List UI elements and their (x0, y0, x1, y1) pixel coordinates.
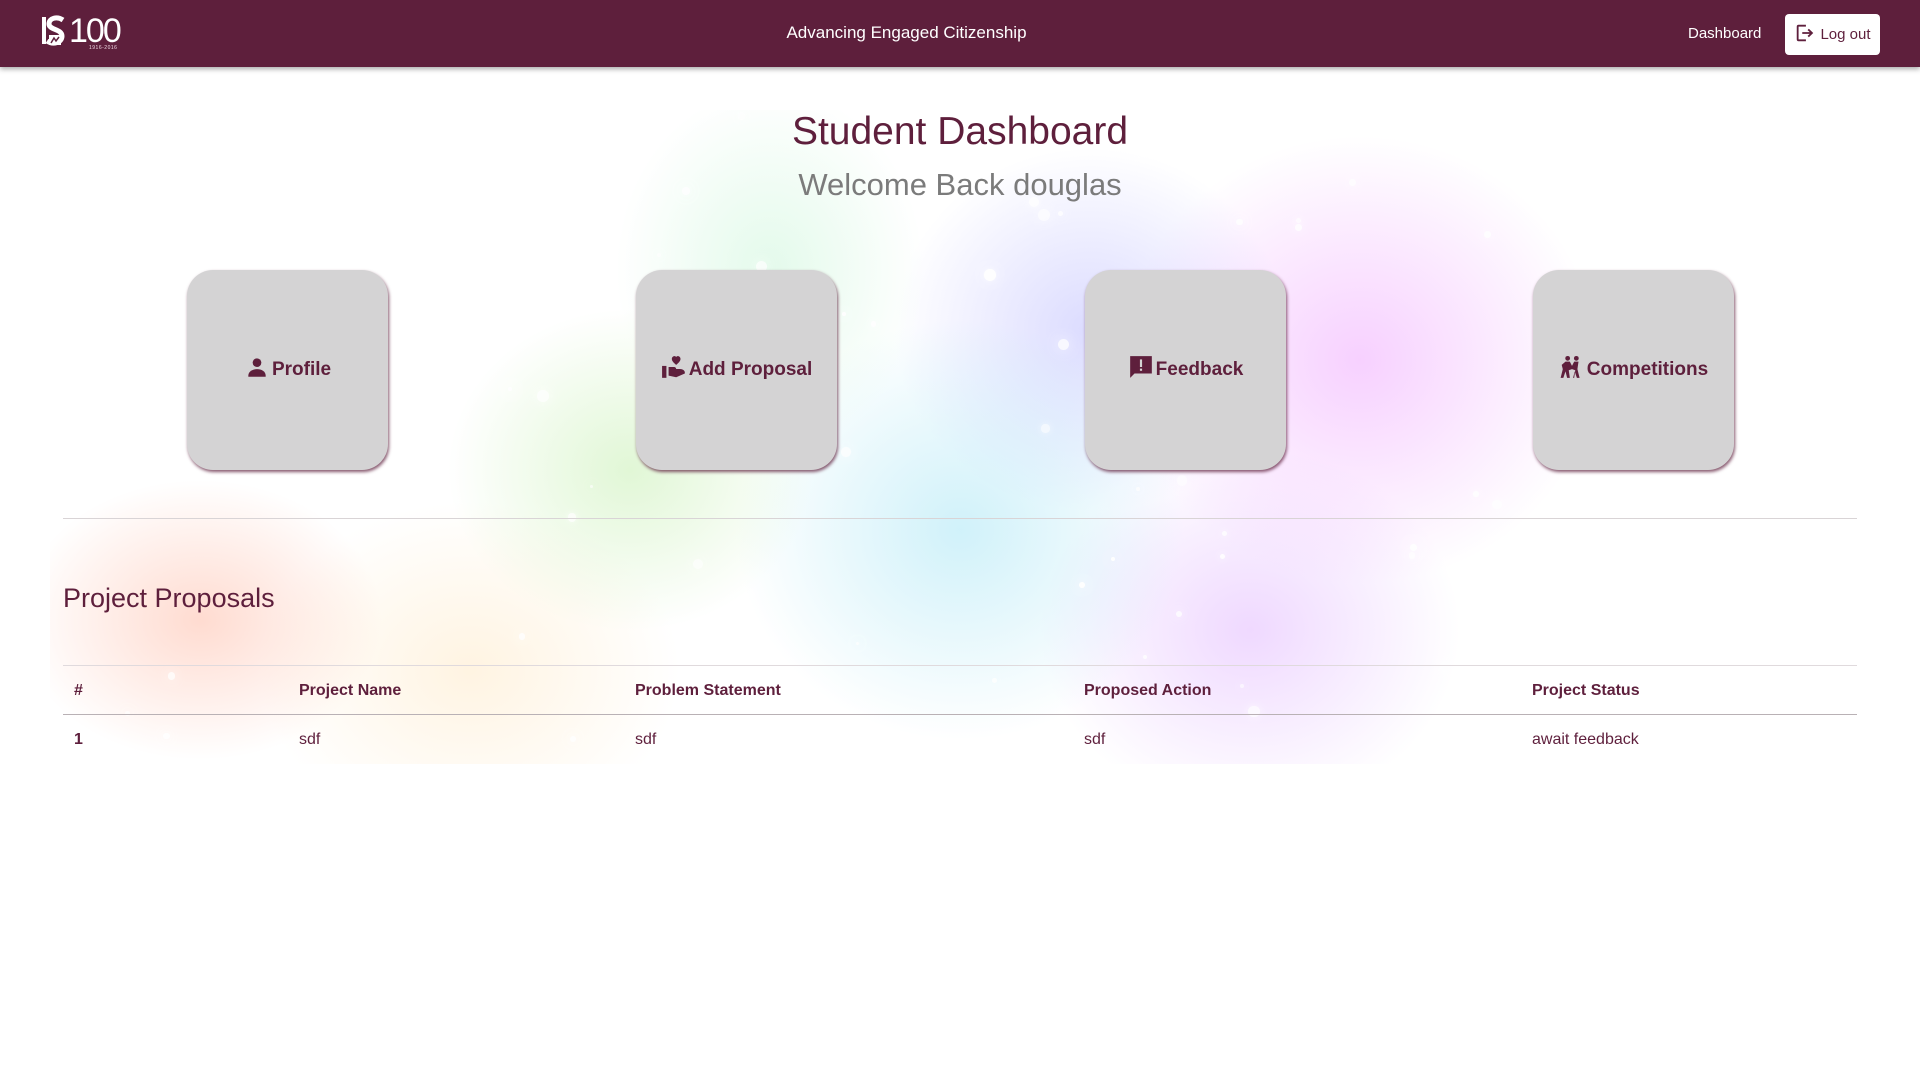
feedback-tile[interactable]: Feedback (1085, 270, 1286, 470)
sparkle-dot (693, 558, 704, 569)
sparkle-dot (435, 427, 439, 432)
sparkle-dot (1295, 224, 1302, 231)
competitions-tile[interactable]: Competitions (1533, 270, 1734, 470)
sparkle-dot (983, 268, 996, 281)
column-header-project-name: Project Name (299, 682, 402, 699)
sparkle-dot (1135, 486, 1141, 491)
sparkle-dot (70, 267, 80, 277)
sparkle-dot (507, 386, 512, 391)
sparkle-dot (518, 632, 526, 640)
sparkle-dot (128, 288, 136, 297)
section-divider (63, 518, 1857, 519)
sparkle-dot (86, 317, 95, 326)
sparkle-dot (1483, 231, 1491, 239)
sparkle-dot (730, 594, 735, 599)
column-header-index: # (74, 682, 83, 699)
sparkle-dot (1142, 654, 1147, 659)
profile-tile[interactable]: Profile (187, 270, 388, 470)
logout-label: Log out (1820, 26, 1871, 43)
column-header-problem-statement: Problem Statement (635, 682, 781, 699)
sparkle-dot (1176, 474, 1188, 486)
sparkle-dot (1078, 581, 1086, 589)
feedback-tile-label: Feedback (1155, 359, 1244, 380)
row-index: 1 (74, 731, 83, 748)
sparkle-dot (531, 211, 538, 219)
sparkle-dot (1057, 211, 1064, 217)
sparkle-dot (1041, 424, 1050, 433)
sparkle-dot (414, 444, 420, 450)
sparkle-dot (841, 311, 847, 317)
profile-tile-label: Profile (271, 359, 332, 380)
site-tagline: Advancing Engaged Citizenship (786, 23, 1027, 42)
add-proposal-tile-label: Add Proposal (688, 359, 813, 380)
sparkle-dot (566, 268, 578, 280)
sparkle-dot (1492, 499, 1502, 510)
sparkle-dot (128, 406, 137, 414)
hand-heart-icon (661, 354, 687, 386)
column-header-project-status: Project Status (1532, 682, 1640, 699)
sparkle-dot (51, 509, 56, 514)
person-icon (244, 354, 270, 386)
row-problem-statement: sdf (635, 731, 657, 748)
add-proposal-tile[interactable]: Add Proposal (636, 270, 837, 470)
sparkle-dot (395, 299, 402, 306)
sparkle-dot (1175, 610, 1183, 618)
sparkle-dot (152, 229, 157, 233)
sparkle-dot (870, 321, 876, 327)
welcome-message: Welcome Back douglas (798, 167, 1122, 202)
page-title: Student Dashboard (791, 110, 1129, 153)
sparkle-dot (1408, 552, 1416, 559)
nav-dashboard-link[interactable]: Dashboard (1688, 25, 1761, 42)
proposals-heading: Project Proposals (63, 583, 275, 613)
sparkle-dot (102, 358, 111, 367)
sparkle-dot (657, 252, 662, 257)
column-header-proposed-action: Proposed Action (1084, 682, 1212, 699)
sparkle-dot (1295, 217, 1301, 223)
top-navbar: 100 1916-2016 Advancing Engaged Citizens… (0, 0, 1920, 67)
sparkle-dot (567, 258, 574, 264)
logout-button[interactable]: Log out (1785, 14, 1880, 55)
sparkle-dot (1473, 491, 1479, 497)
row-proposed-action: sdf (1084, 731, 1106, 748)
competitions-tile-label: Competitions (1586, 359, 1709, 380)
row-project-name: sdf (299, 731, 321, 748)
sparkle-dot (451, 340, 461, 349)
sparkle-dot (121, 373, 126, 378)
row-project-status: await feedback (1532, 731, 1639, 748)
sports-icon (1559, 354, 1585, 386)
sparkle-dot (471, 219, 481, 229)
sparkle-dot (1236, 218, 1243, 226)
logo-years: 1916-2016 (89, 45, 118, 51)
proposals-table: # Project Name Problem Statement Propose… (63, 665, 1857, 765)
feedback-icon (1128, 354, 1154, 386)
sparkle-dot (537, 390, 549, 403)
table-header-row: # Project Name Problem Statement Propose… (63, 665, 1857, 715)
sparkle-dot (855, 641, 859, 645)
sparkle-dot (589, 484, 593, 488)
sparkle-dot (1221, 530, 1228, 537)
sparkle-dot (1110, 556, 1115, 561)
sparkle-dot (1038, 208, 1051, 221)
sparkle-dot (1057, 338, 1069, 350)
sparkle-dot (1220, 553, 1226, 559)
logout-icon (1794, 22, 1816, 48)
sparkle-dot (50, 398, 56, 404)
table-row[interactable]: 1 sdf sdf sdf await feedback (63, 715, 1857, 765)
sparkle-dot (840, 447, 851, 458)
sparkle-dot (1409, 543, 1418, 552)
